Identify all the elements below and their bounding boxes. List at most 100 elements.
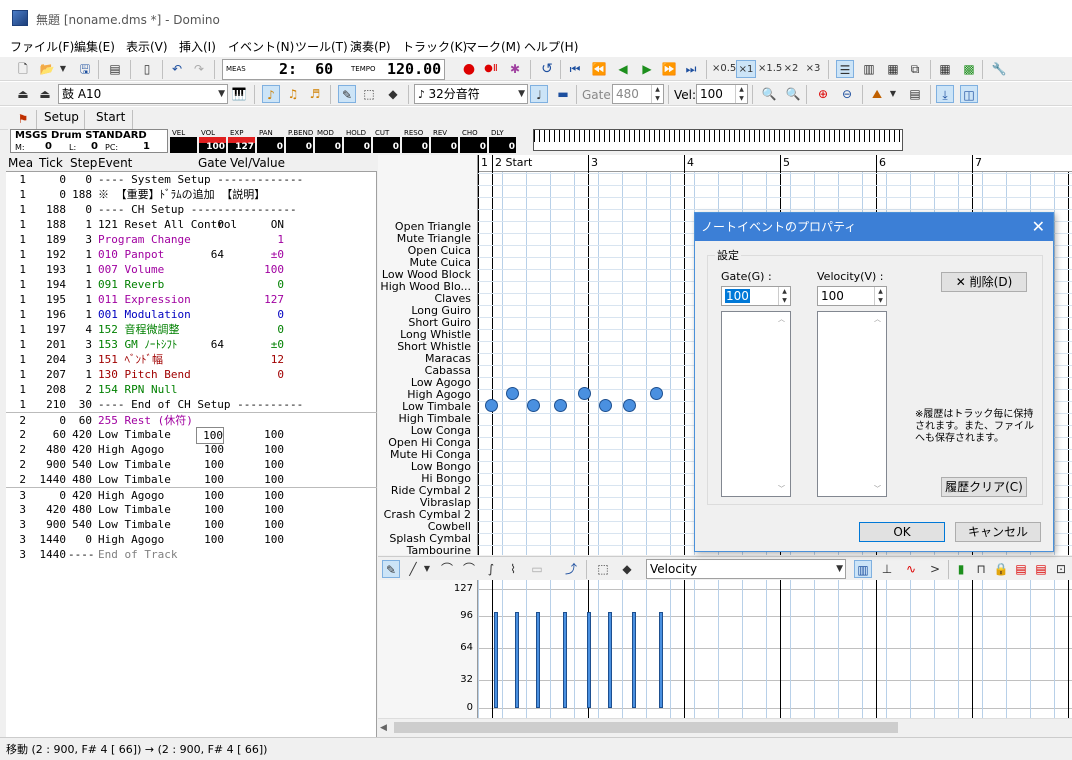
note-name-label[interactable]: Tambourine <box>378 545 474 555</box>
velocity-bar[interactable] <box>608 612 612 708</box>
open-dropdown-icon[interactable]: ▼ <box>58 60 68 78</box>
ctrl-dropdown-icon[interactable]: ▼ <box>422 560 432 578</box>
note-name-label[interactable]: Long Guiro <box>378 305 474 317</box>
event-list[interactable]: Mea Tick Step Event Gate Vel/Value 1 0 0 --… <box>6 155 377 740</box>
speed-2-button[interactable]: ×2 <box>782 60 800 78</box>
controller-type-select[interactable]: Velocity ▼ <box>646 559 846 579</box>
meter-dly[interactable]: 0 <box>489 137 516 153</box>
note-name-label[interactable]: Open Triangle <box>378 221 474 233</box>
note-name-label[interactable]: Claves <box>378 293 474 305</box>
table-row[interactable]: 3 900 540 Low Timbale 100 100 <box>6 517 377 532</box>
zoom-v-in-icon[interactable]: ⊕ <box>814 85 832 103</box>
note-name-label[interactable]: Mute Cuica <box>378 257 474 269</box>
speed-3-button[interactable]: ×3 <box>804 60 822 78</box>
pencil-icon[interactable]: ✎ <box>338 85 356 103</box>
ctrl-eraser-icon[interactable]: ◆ <box>618 560 636 578</box>
measure-ruler[interactable]: 1 2 Start 3 4 5 6 7 <box>478 155 1072 172</box>
ctrl-shift-icon[interactable]: ⤴ <box>562 560 580 578</box>
speed-15-button[interactable]: ×1.5 <box>758 60 782 78</box>
prev-icon[interactable]: ◀ <box>614 60 632 78</box>
ctrl-curve2-icon[interactable]: ⌒ <box>460 560 478 578</box>
ctrl-random-icon[interactable]: ⌇ <box>504 560 522 578</box>
drum-note[interactable] <box>599 399 612 412</box>
marker-icon[interactable]: ⚑ <box>14 110 32 128</box>
meter-rev[interactable]: 0 <box>431 137 458 153</box>
meter-cut[interactable]: 0 <box>373 137 400 153</box>
speed-05-button[interactable]: ×0.5 <box>712 60 736 78</box>
note-name-label[interactable]: Maracas <box>378 353 474 365</box>
note-name-label[interactable]: Cabassa <box>378 365 474 377</box>
menu-mark[interactable]: マーク(M) <box>465 38 521 55</box>
menu-tool[interactable]: ツール(T) <box>295 38 348 55</box>
drum-note[interactable] <box>623 399 636 412</box>
meter-hold[interactable]: 0 <box>344 137 371 153</box>
table-row[interactable]: 2 0 60 255 Rest (休符) <box>6 412 377 427</box>
ctrl-graph-icon[interactable]: ⊡ <box>1052 560 1070 578</box>
menu-file[interactable]: ファイル(F) <box>10 38 74 55</box>
start-marker-button[interactable]: Start <box>96 110 125 124</box>
meter-pan[interactable]: 0 <box>257 137 284 153</box>
note-name-label[interactable]: Low Timbale <box>378 401 474 413</box>
gate-spin[interactable]: 480 ▲ ▼ <box>612 84 664 104</box>
follow-icon[interactable]: ◫ <box>960 85 978 103</box>
mini-keyboard[interactable] <box>533 129 903 151</box>
wrench-icon[interactable]: 🔧 <box>990 60 1008 78</box>
record-pause-icon[interactable]: ●Ⅱ <box>482 60 500 78</box>
ctrl-line-icon[interactable]: ╱ <box>404 560 422 578</box>
velocity-graph[interactable]: 127 96 64 32 0 <box>378 580 1072 718</box>
page-icon[interactable]: ▯ <box>138 60 156 78</box>
ctrl-stamp-icon[interactable]: ⊥ <box>878 560 896 578</box>
track-down-icon[interactable]: ⏏ <box>14 85 32 103</box>
delete-button[interactable]: ✕ 削除(D) <box>941 272 1027 292</box>
table-row[interactable]: 3 1440 0 High Agogo 100 100 <box>6 532 377 547</box>
table-row[interactable]: 1 197 4 152 音程微調整 0 <box>6 322 377 337</box>
window-icon[interactable]: ⧉ <box>906 60 924 78</box>
menu-insert[interactable]: 挿入(I) <box>179 38 216 55</box>
meter-exp[interactable]: 127 <box>228 137 255 153</box>
new-file-icon[interactable]: 🗋 <box>14 60 32 78</box>
ctrl-arrow-icon[interactable]: > <box>926 560 944 578</box>
note-name-label[interactable]: Low Conga <box>378 425 474 437</box>
table-row[interactable]: 1 204 3 151 ﾍﾞﾝﾄﾞ幅 12 <box>6 352 377 367</box>
clear-history-button[interactable]: 履歴クリア(C) <box>941 477 1027 497</box>
table-row[interactable]: 3 0 420 High Agogo 100 100 <box>6 487 377 502</box>
record-icon[interactable]: ● <box>460 60 478 78</box>
menu-event[interactable]: イベント(N) <box>228 38 294 55</box>
drum-note[interactable] <box>506 387 519 400</box>
ok-button[interactable]: OK <box>859 522 945 542</box>
go-end-icon[interactable]: ⏭ <box>682 60 700 78</box>
ctrl-disabled-icon[interactable]: ▭ <box>528 560 546 578</box>
track-up-icon[interactable]: ⏏ <box>36 85 54 103</box>
drum-note[interactable] <box>485 399 498 412</box>
meter-reso[interactable]: 0 <box>402 137 429 153</box>
ctrl-pencil-icon[interactable]: ✎ <box>382 560 400 578</box>
gate-history-list[interactable]: ︿ ﹀ <box>721 311 791 497</box>
redo-icon[interactable]: ↷ <box>190 60 208 78</box>
note-name-label[interactable]: Low Bongo <box>378 461 474 473</box>
velocity-field[interactable]: 100 ▲ ▼ <box>817 286 887 306</box>
ctrl-meter-icon[interactable]: ▮ <box>952 560 970 578</box>
velocity-bar[interactable] <box>494 612 498 708</box>
ctrl-red1-icon[interactable]: ▤ <box>1012 560 1030 578</box>
rewind-icon[interactable]: ⏪ <box>590 60 608 78</box>
metronome-dropdown-icon[interactable]: ▼ <box>888 85 898 103</box>
drum-note[interactable] <box>554 399 567 412</box>
velocity-bar[interactable] <box>536 612 540 708</box>
table-row[interactable]: 3 420 480 Low Timbale 100 100 <box>6 502 377 517</box>
note-name-label[interactable]: Mute Hi Conga <box>378 449 474 461</box>
table-row[interactable]: 1 0 0 ---- System Setup ------------- <box>6 172 377 187</box>
graph-icon[interactable]: ▦ <box>884 60 902 78</box>
dialog-close-icon[interactable]: ✕ <box>1032 217 1045 236</box>
note-name-label[interactable]: Low Wood Block <box>378 269 474 281</box>
note-name-label[interactable]: Mute Triangle <box>378 233 474 245</box>
table-row[interactable]: 1 207 1 130 Pitch Bend 0 <box>6 367 377 382</box>
note-length-select[interactable]: ♪ 32分音符 ▼ <box>414 84 528 104</box>
note-name-label[interactable]: Splash Cymbal <box>378 533 474 545</box>
undo-icon[interactable]: ↶ <box>168 60 186 78</box>
zoom-v-out-icon[interactable]: ⊖ <box>838 85 856 103</box>
ctrl-lock-icon[interactable]: 🔒 <box>992 560 1010 578</box>
note-name-label[interactable]: Short Whistle <box>378 341 474 353</box>
drum-note[interactable] <box>650 387 663 400</box>
zoom-in-icon[interactable]: 🔍 <box>760 85 778 103</box>
table-icon[interactable]: ▦ <box>936 60 954 78</box>
